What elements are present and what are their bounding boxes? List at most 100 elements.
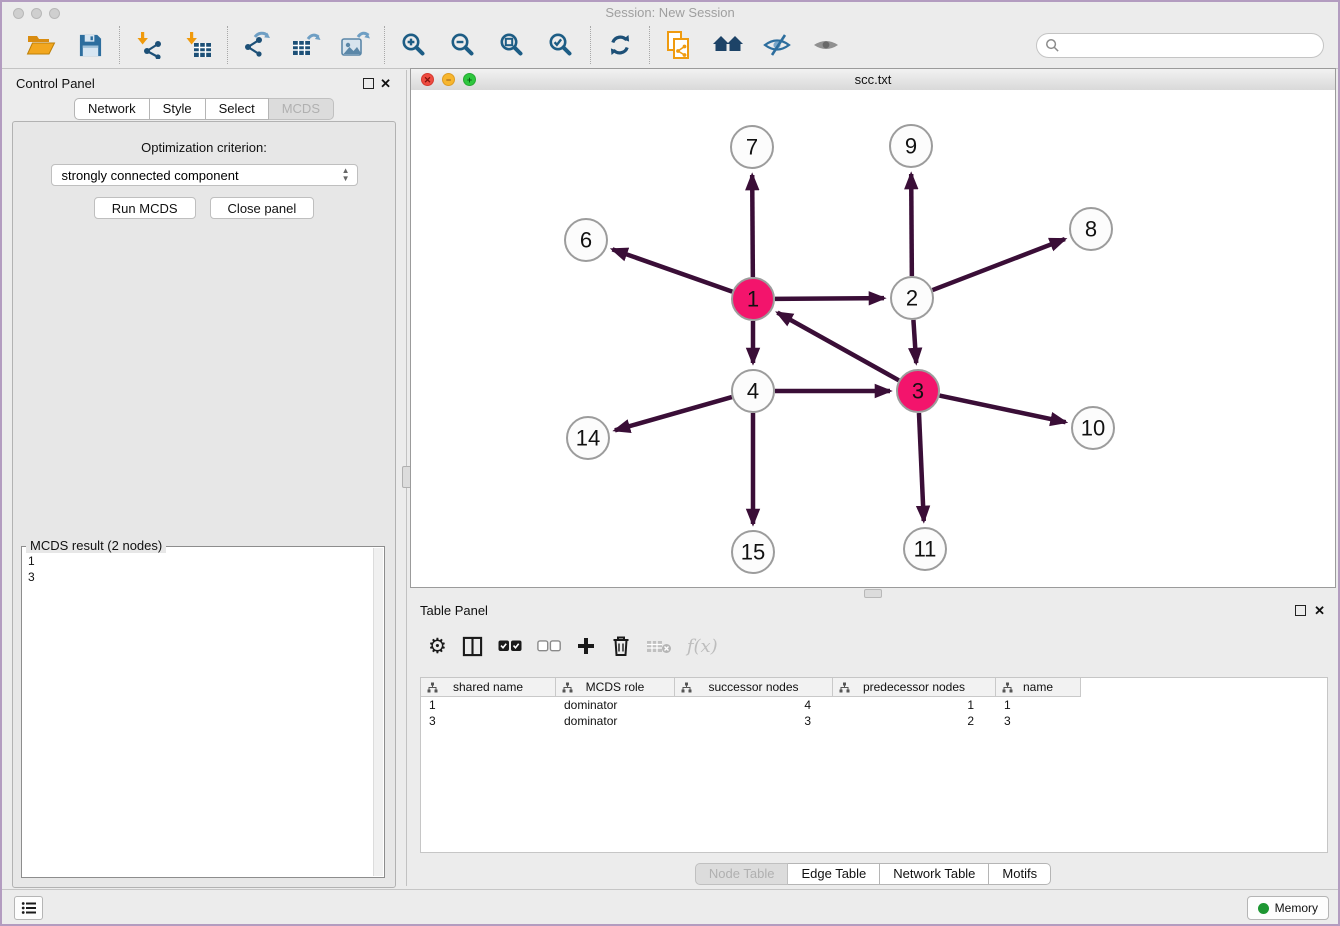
run-mcds-button[interactable]: Run MCDS <box>94 197 196 219</box>
import-network-icon[interactable] <box>133 28 165 62</box>
graph-node-label: 4 <box>747 379 759 404</box>
graph-node-label: 1 <box>747 287 759 312</box>
graph-edge-1-6[interactable] <box>612 249 732 291</box>
table-tabs: Node TableEdge TableNetwork TableMotifs <box>410 863 1336 885</box>
optimization-criterion-label: Optimization criterion: <box>13 140 395 155</box>
tab-node-table[interactable]: Node Table <box>695 863 789 885</box>
table-body: 1dominator4113dominator323 <box>421 697 1327 729</box>
import-table-icon[interactable] <box>182 28 214 62</box>
open-file-icon[interactable] <box>25 28 57 62</box>
export-network-icon[interactable] <box>241 28 273 62</box>
graph-edge-3-10[interactable] <box>940 396 1066 423</box>
graph-node-label: 3 <box>912 379 924 404</box>
network-canvas[interactable]: 7968124314101511 <box>411 90 1335 587</box>
delete-column-trash-icon[interactable] <box>611 635 631 657</box>
column-header-shared-name[interactable]: shared name <box>421 678 556 697</box>
save-session-icon[interactable] <box>74 28 106 62</box>
graph-edge-4-14[interactable] <box>615 397 732 430</box>
network-window-title: scc.txt <box>411 72 1335 87</box>
table-row[interactable]: 1dominator411 <box>421 697 1327 713</box>
graph-node-label: 9 <box>905 134 917 159</box>
select-all-columns-icon[interactable] <box>498 640 522 652</box>
memory-status-dot <box>1258 903 1269 914</box>
graph-edge-3-11[interactable] <box>919 413 924 521</box>
table-settings-gear-icon[interactable]: ⚙ <box>428 634 447 659</box>
zoom-selected-icon[interactable] <box>545 28 577 62</box>
zoom-fit-icon[interactable] <box>496 28 528 62</box>
table-row[interactable]: 3dominator323 <box>421 713 1327 729</box>
node-table: shared nameMCDS rolesuccessor nodesprede… <box>420 677 1328 853</box>
graph-node-label: 7 <box>746 135 758 160</box>
table-header-row: shared nameMCDS rolesuccessor nodesprede… <box>421 678 1327 697</box>
hide-panel-eye-slash-icon[interactable] <box>761 28 793 62</box>
float-panel-icon[interactable] <box>363 78 374 89</box>
table-cell[interactable]: dominator <box>556 713 675 729</box>
control-panel: Control Panel ✕ NetworkStyleSelectMCDS O… <box>8 70 400 888</box>
create-column-plus-icon[interactable] <box>576 636 596 656</box>
duplicate-network-icon[interactable] <box>663 28 695 62</box>
mcds-result-box: MCDS result (2 nodes) 1 3 <box>21 546 385 878</box>
show-panel-eye-icon[interactable] <box>810 28 842 62</box>
table-cell[interactable]: 1 <box>996 697 1081 713</box>
search-box[interactable] <box>1036 33 1324 58</box>
table-float-icon[interactable] <box>1295 605 1306 616</box>
result-scrollbar[interactable] <box>373 548 383 876</box>
home-layouts-icon[interactable] <box>712 28 744 62</box>
table-cell[interactable]: 3 <box>421 713 556 729</box>
graph-edge-2-8[interactable] <box>933 239 1065 290</box>
titlebar: Session: New Session <box>2 2 1338 22</box>
graph-node-label: 2 <box>906 286 918 311</box>
column-header-MCDS-role[interactable]: MCDS role <box>556 678 675 697</box>
table-cell[interactable]: 3 <box>996 713 1081 729</box>
tab-edge-table[interactable]: Edge Table <box>788 863 880 885</box>
function-builder-icon[interactable]: f(x) <box>687 636 718 657</box>
memory-button[interactable]: Memory <box>1247 896 1329 920</box>
network-window-titlebar: ✕ − + scc.txt <box>411 69 1335 91</box>
graph-edge-1-2[interactable] <box>775 298 884 299</box>
table-cell[interactable]: 2 <box>833 713 996 729</box>
table-cell[interactable]: 3 <box>675 713 833 729</box>
table-cell[interactable]: dominator <box>556 697 675 713</box>
delete-table-icon[interactable] <box>646 638 672 654</box>
graph-edge-2-3[interactable] <box>913 320 916 363</box>
graph-node-label: 15 <box>741 540 765 565</box>
refresh-icon[interactable] <box>604 28 636 62</box>
tab-mcds[interactable]: MCDS <box>269 98 334 120</box>
control-panel-title: Control Panel <box>8 70 95 91</box>
tab-network-table[interactable]: Network Table <box>880 863 989 885</box>
zoom-out-icon[interactable] <box>447 28 479 62</box>
column-header-successor-nodes[interactable]: successor nodes <box>675 678 833 697</box>
table-cell[interactable]: 1 <box>421 697 556 713</box>
status-bar: Memory <box>2 889 1338 924</box>
optimization-criterion-select[interactable]: strongly connected component ▲▼ <box>51 164 358 186</box>
show-columns-icon[interactable] <box>462 636 483 657</box>
search-icon <box>1045 38 1060 53</box>
table-cell[interactable]: 1 <box>833 697 996 713</box>
table-close-icon[interactable]: ✕ <box>1314 603 1325 619</box>
zoom-in-icon[interactable] <box>398 28 430 62</box>
close-panel-icon[interactable]: ✕ <box>380 76 391 92</box>
network-view-window: ✕ − + scc.txt 7968124314101511 <box>410 68 1336 588</box>
tab-network[interactable]: Network <box>74 98 150 120</box>
column-header-name[interactable]: name <box>996 678 1081 697</box>
graph-edge-2-9[interactable] <box>911 174 912 276</box>
mcds-panel-body: Optimization criterion: strongly connect… <box>12 121 396 888</box>
export-image-icon[interactable] <box>339 28 371 62</box>
main-toolbar <box>2 22 1338 69</box>
graph-node-label: 11 <box>914 537 937 562</box>
deselect-all-columns-icon[interactable] <box>537 640 561 652</box>
search-input[interactable] <box>1060 34 1323 56</box>
column-header-predecessor-nodes[interactable]: predecessor nodes <box>833 678 996 697</box>
mcds-result-text[interactable]: 1 3 <box>22 549 373 877</box>
tab-style[interactable]: Style <box>150 98 206 120</box>
task-history-button[interactable] <box>14 896 43 920</box>
tab-motifs[interactable]: Motifs <box>989 863 1051 885</box>
graph-edge-1-7[interactable] <box>752 175 753 277</box>
tab-select[interactable]: Select <box>206 98 269 120</box>
graph-node-label: 10 <box>1081 416 1105 441</box>
dropdown-value: strongly connected component <box>62 168 239 183</box>
export-table-icon[interactable] <box>290 28 322 62</box>
graph-edge-3-1[interactable] <box>777 313 898 381</box>
table-cell[interactable]: 4 <box>675 697 833 713</box>
close-panel-button[interactable]: Close panel <box>210 197 315 219</box>
